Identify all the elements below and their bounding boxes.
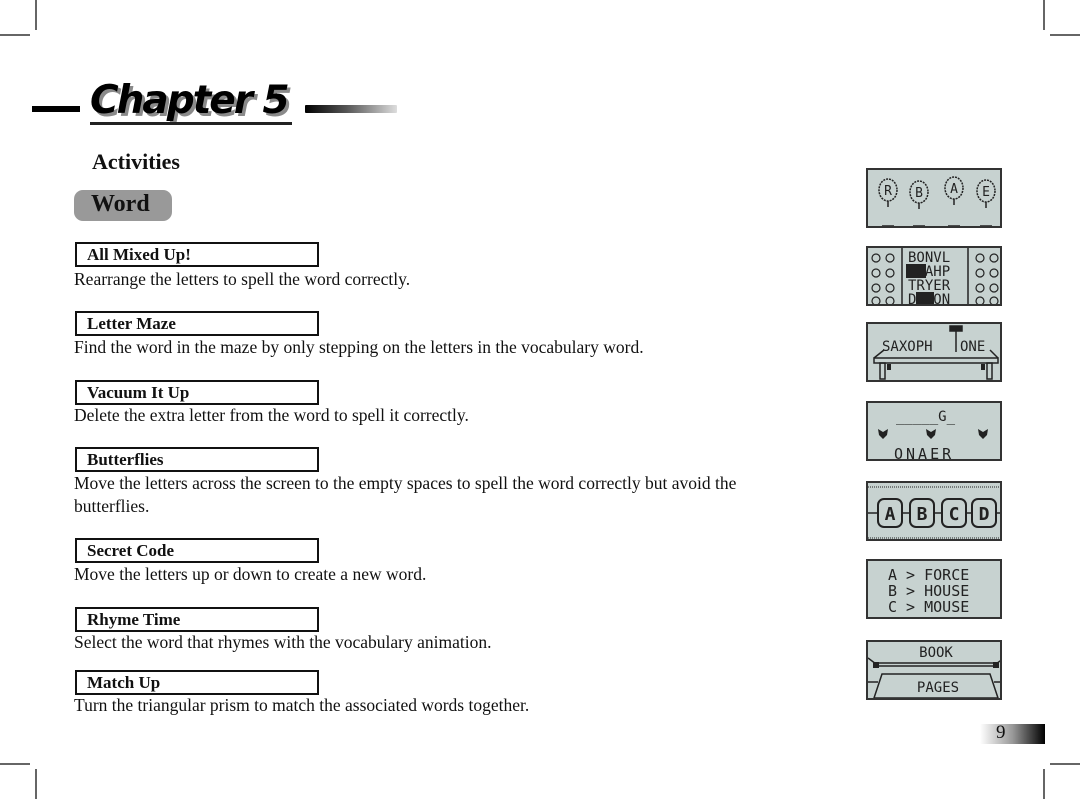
crop-mark: [1050, 34, 1080, 36]
activity-description: Turn the triangular prism to match the a…: [74, 695, 530, 715]
balloon-letter: E: [982, 185, 990, 200]
code-letter: B: [917, 504, 928, 525]
activity-heading: All Mixed Up!: [75, 242, 319, 267]
activity-heading: Vacuum It Up: [75, 380, 319, 405]
balloon-letter: A: [950, 182, 958, 197]
activity-heading: Rhyme Time: [75, 607, 319, 632]
balloon-letter: R: [884, 184, 892, 199]
rhyme-time-illustration: A > FORCE B > HOUSE C > MOUSE: [888, 566, 969, 616]
screen-all-mixed-up: R B A E: [866, 168, 1002, 228]
decorative-dash-left: [32, 106, 80, 112]
activity-heading: Butterflies: [75, 447, 319, 472]
activity-name: Rhyme Time: [87, 610, 181, 629]
match-bottom-word: PAGES: [917, 680, 959, 696]
vacuum-word-left: SAXOPH: [882, 339, 933, 355]
activity-heading: Secret Code: [75, 538, 319, 563]
screen-butterflies: _____G_ ONAER: [866, 401, 1002, 461]
activity-description: Delete the extra letter from the word to…: [74, 405, 469, 425]
activity-name: Match Up: [87, 673, 161, 692]
vacuum-illustration: SAXOPH ONE: [873, 325, 999, 380]
activity-name: Secret Code: [87, 541, 175, 560]
activity-description: Find the word in the maze by only steppi…: [74, 337, 644, 357]
crop-mark: [1043, 769, 1045, 799]
butterflies-target: _____G_: [896, 409, 956, 425]
activity-description: Move the letters up or down to create a …: [74, 564, 427, 584]
balloon-letter: B: [915, 186, 923, 201]
vacuum-word-right: ONE: [960, 339, 985, 355]
decorative-dash-right: [305, 105, 397, 113]
balloons-illustration: R B A E: [878, 176, 996, 226]
crop-mark: [1050, 763, 1080, 765]
crop-mark: [0, 34, 30, 36]
activity-description: Rearrange the letters to spell the word …: [74, 269, 411, 289]
category-badge: Word: [74, 190, 172, 221]
code-letter: D: [979, 504, 990, 525]
crop-mark: [35, 0, 37, 30]
screen-rhyme-time: A > FORCE B > HOUSE C > MOUSE: [866, 559, 1002, 619]
page-number: 9: [996, 722, 1006, 743]
activity-name: Butterflies: [87, 450, 164, 469]
match-up-illustration: BOOK PAGES: [868, 645, 1000, 698]
crop-mark: [1043, 0, 1045, 30]
activity-name: Letter Maze: [87, 314, 176, 333]
screen-match-up: BOOK PAGES: [866, 640, 1002, 700]
code-letter: A: [885, 504, 896, 525]
page-number-badge: 9: [980, 722, 1045, 744]
butterflies-illustration: _____G_ ONAER: [878, 409, 988, 461]
chapter-title: Chapter 5: [90, 78, 290, 123]
section-title: Activities: [92, 149, 180, 174]
activity-name: All Mixed Up!: [87, 245, 191, 264]
secret-code-illustration: A B C D: [868, 486, 1000, 539]
crop-mark: [35, 769, 37, 799]
chapter-underline: [90, 122, 292, 125]
butterflies-letters: ONAER: [894, 445, 954, 461]
maze-row: DSEON: [908, 292, 950, 306]
screen-letter-maze: BONVL HOAHP TRYER DSEON: [866, 246, 1002, 306]
match-top-word: BOOK: [919, 645, 953, 661]
rhyme-option: C > MOUSE: [888, 598, 969, 616]
butterfly-icon: [878, 429, 988, 439]
category-label: Word: [91, 191, 150, 217]
screen-secret-code: A B C D: [866, 481, 1002, 541]
activity-description: Select the word that rhymes with the voc…: [74, 632, 492, 652]
activity-heading: Letter Maze: [75, 311, 319, 336]
activity-description: Move the letters across the screen to th…: [74, 473, 737, 516]
crop-mark: [0, 763, 30, 765]
activity-name: Vacuum It Up: [87, 383, 190, 402]
code-letter: C: [949, 504, 960, 525]
screen-vacuum-it-up: SAXOPH ONE: [866, 322, 1002, 382]
maze-illustration: BONVL HOAHP TRYER DSEON: [871, 248, 999, 306]
activity-heading: Match Up: [75, 670, 319, 695]
